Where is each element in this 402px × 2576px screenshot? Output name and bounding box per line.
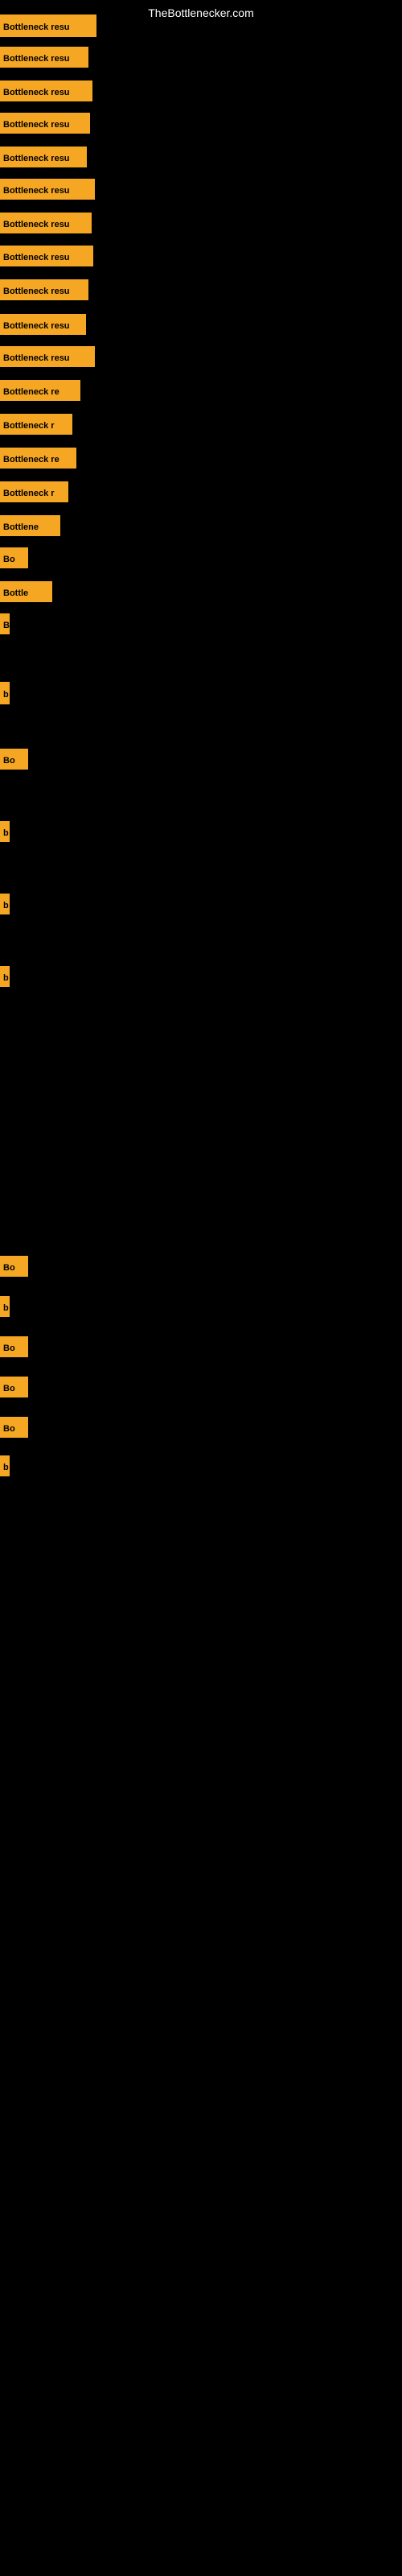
bar-label: b (0, 1296, 10, 1317)
bar-label: Bottleneck r (0, 481, 68, 502)
bar-item: Bottleneck resu (0, 147, 87, 167)
bar-item: Bottleneck r (0, 481, 68, 502)
bar-item: b (0, 966, 10, 987)
bar-item: Bottleneck resu (0, 346, 95, 367)
bar-item: Bottleneck r (0, 414, 72, 435)
bar-label: Bottleneck r (0, 414, 72, 435)
bar-item: Bottleneck resu (0, 113, 90, 134)
bar-item: Bottleneck resu (0, 279, 88, 300)
bar-label: Bottleneck re (0, 380, 80, 401)
bar-label: Bo (0, 1336, 28, 1357)
bar-item: Bottlene (0, 515, 60, 536)
bar-label: b (0, 1455, 10, 1476)
bar-label: Bottleneck resu (0, 80, 92, 101)
bar-item: Bottleneck resu (0, 314, 86, 335)
bar-item: Bottleneck resu (0, 213, 92, 233)
bar-label: Bottle (0, 581, 52, 602)
bar-label: Bo (0, 547, 28, 568)
bar-label: Bo (0, 1417, 28, 1438)
bar-item: Bo (0, 1336, 28, 1357)
bar-label: Bottleneck resu (0, 113, 90, 134)
bar-item: Bottleneck resu (0, 14, 96, 37)
bar-label: Bottleneck resu (0, 47, 88, 68)
bar-label: Bottleneck resu (0, 179, 95, 200)
bar-item: b (0, 894, 10, 914)
bar-label: Bottleneck re (0, 448, 76, 469)
bar-label: b (0, 894, 10, 914)
bar-label: Bo (0, 1256, 28, 1277)
bar-item: Bo (0, 547, 28, 568)
bar-item: Bottleneck resu (0, 80, 92, 101)
bar-label: Bottlene (0, 515, 60, 536)
bar-item: b (0, 1455, 10, 1476)
bar-item: b (0, 1296, 10, 1317)
bar-label: Bottleneck resu (0, 246, 93, 266)
bar-label: Bottleneck resu (0, 213, 92, 233)
bar-item: Bottleneck resu (0, 47, 88, 68)
bar-item: Bo (0, 1256, 28, 1277)
bar-label: b (0, 966, 10, 987)
bar-label: Bo (0, 749, 28, 770)
bar-item: Bottleneck re (0, 380, 80, 401)
bar-item: b (0, 821, 10, 842)
bar-item: Bottleneck resu (0, 246, 93, 266)
bar-label: Bottleneck resu (0, 147, 87, 167)
bar-label: Bottleneck resu (0, 314, 86, 335)
bar-label: b (0, 821, 10, 842)
bar-label: Bottleneck resu (0, 279, 88, 300)
bar-item: b (0, 682, 10, 704)
bar-label: Bottleneck resu (0, 14, 96, 37)
bar-label: B (0, 613, 10, 634)
bar-label: Bo (0, 1377, 28, 1397)
bar-item: Bottleneck resu (0, 179, 95, 200)
bar-item: Bo (0, 1417, 28, 1438)
bar-label: Bottleneck resu (0, 346, 95, 367)
bar-item: Bo (0, 1377, 28, 1397)
bar-label: b (0, 682, 10, 704)
bar-item: B (0, 613, 10, 634)
bar-item: Bo (0, 749, 28, 770)
bar-item: Bottleneck re (0, 448, 76, 469)
bar-item: Bottle (0, 581, 52, 602)
